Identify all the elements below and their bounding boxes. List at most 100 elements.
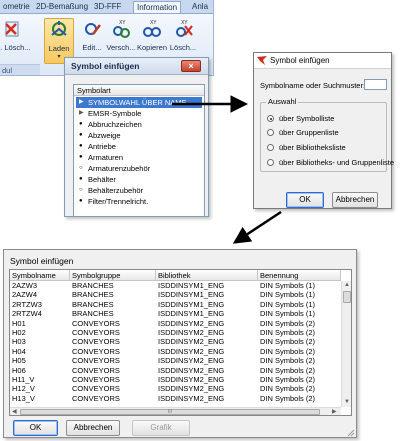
list-item[interactable]: ● Abbruchzeichen — [76, 119, 142, 130]
table-row[interactable]: H02 CONVEYORS ISDDINSYM2_ENG DIN Symbols (2… — [10, 328, 341, 337]
list-item[interactable]: ● Filter/Trennelricht. — [76, 196, 148, 207]
close-icon[interactable]: × — [181, 60, 201, 72]
panel-title: Symbol einfügen — [71, 61, 140, 71]
scroll-up-icon[interactable]: ▲ — [344, 282, 350, 288]
table-row[interactable]: H11_V CONVEYORS ISDDINSYM2_ENG DIN Symbols … — [10, 375, 341, 384]
table-cell: H11_V — [12, 375, 35, 384]
cancel-button[interactable]: Abbrechen — [66, 420, 120, 436]
tab-anlagen[interactable]: Anla — [189, 1, 211, 13]
edit-symbol-button[interactable]: Edit... — [77, 18, 107, 60]
table-row[interactable]: H06 CONVEYORS ISDDINSYM2_ENG DIN Symbols (2… — [10, 365, 341, 375]
radio-library-list[interactable]: über Bibliotheksliste — [267, 143, 387, 153]
table-row[interactable]: 2AZW4 BRANCHES ISDDINSYM1_ENG DIN Symbols (… — [10, 290, 341, 300]
table-cell: DIN Symbols (2) — [260, 356, 316, 366]
table-cell: ISDDINSYM1_ENG — [158, 290, 225, 300]
tab-2d-bemassung[interactable]: 2D-Bemaßung — [33, 1, 91, 13]
table-cell: BRANCHES — [72, 290, 114, 300]
table-cell: ISDDINSYM2_ENG — [158, 375, 225, 384]
scroll-left-icon[interactable]: ◀ — [12, 408, 17, 415]
table-cell: ISDDINSYM2_ENG — [158, 365, 225, 375]
scroll-thumb[interactable]: III — [20, 409, 320, 415]
copy-symbol-icon: XY — [143, 20, 161, 37]
selection-group: Auswahl über Symbolliste über Gruppenlis… — [260, 97, 394, 172]
scroll-thumb[interactable] — [343, 291, 351, 303]
table-cell: H04 — [12, 346, 26, 356]
radio-dot — [267, 159, 274, 166]
table-cell: ISDDINSYM1_ENG — [158, 309, 225, 319]
table-cell: ISDDINSYM2_ENG — [158, 356, 225, 366]
delete-symbol-icon: XY — [176, 20, 193, 37]
table-cell: BRANCHES — [72, 309, 114, 319]
delete-symbol-button[interactable]: XY Lösch... — [168, 18, 198, 60]
horizontal-scrollbar[interactable]: ◀ III ▶ — [10, 407, 341, 415]
symbol-type-list[interactable]: Symbolart ▶ SYMBOLWAHL ÜBER NAME ▶ EMSR-Sy… — [73, 84, 205, 217]
cancel-button[interactable]: Abbrechen — [332, 192, 378, 208]
list-item[interactable]: ○ Behälterzubehör — [76, 185, 143, 196]
table-cell: CONVEYORS — [72, 365, 120, 375]
vertical-scrollbar[interactable]: ▲ ▼ — [341, 281, 351, 407]
ribbon-tab-bar: ometrie 2D-Bemaßung 3D-FFF Information A… — [0, 0, 213, 14]
ok-button[interactable]: OK — [286, 192, 324, 208]
symbol-table[interactable]: Symbolname Symbolgruppe Bibliothek Benen… — [9, 269, 352, 416]
resize-grip-icon[interactable] — [346, 428, 355, 437]
table-cell: CONVEYORS — [72, 393, 120, 403]
list-item[interactable]: ▶ SYMBOLWAHL ÜBER NAME — [76, 97, 202, 108]
table-cell: 2RTZW3 — [12, 299, 42, 309]
table-cell: CONVEYORS — [72, 318, 120, 328]
table-cell: DIN Symbols (1) — [260, 290, 316, 300]
table-cell: 2AZW3 — [12, 281, 38, 290]
table-row[interactable]: H04 CONVEYORS ISDDINSYM2_ENG DIN Symbols (2… — [10, 346, 341, 356]
ok-button[interactable]: OK — [13, 420, 58, 436]
radio-dot — [267, 115, 274, 122]
list-item[interactable]: ○ Armaturenzubehör — [76, 163, 150, 174]
radio-symbol-list[interactable]: über Symbolliste — [267, 114, 387, 124]
column-header-library[interactable]: Bibliothek — [156, 270, 258, 281]
symbol-list-dialog: Symbol einfügen Symbolname Symbolgruppe … — [3, 249, 357, 438]
table-cell: 2AZW4 — [12, 290, 38, 300]
radio-group-list[interactable]: über Gruppenliste — [267, 128, 387, 138]
table-row[interactable]: 2RTZW4 BRANCHES ISDDINSYM1_ENG DIN Symbols … — [10, 309, 341, 319]
search-label: Symbolname oder Suchmuster: — [260, 81, 366, 90]
ribbon-group-label: dul — [0, 64, 40, 75]
table-cell: ISDDINSYM2_ENG — [158, 384, 225, 394]
delete-button[interactable]: g. Lösch... — [0, 18, 31, 60]
table-row[interactable]: H05 CONVEYORS ISDDINSYM2_ENG DIN Symbols (2… — [10, 356, 341, 366]
column-header-description[interactable]: Benennung — [258, 270, 341, 281]
table-row[interactable]: 2RTZW3 BRANCHES ISDDINSYM1_ENG DIN Symbols … — [10, 299, 341, 309]
dialog-title: Symbol einfügen — [10, 256, 74, 266]
scroll-down-icon[interactable]: ▼ — [344, 399, 350, 405]
radio-dot — [267, 129, 274, 136]
column-header-symbolgroup[interactable]: Symbolgruppe — [70, 270, 156, 281]
tab-3d-fff[interactable]: 3D-FFF — [91, 1, 125, 13]
table-cell: ISDDINSYM1_ENG — [158, 299, 225, 309]
list-item[interactable]: ▶ EMSR-Symbole — [76, 108, 141, 119]
scroll-right-icon[interactable]: ▶ — [332, 408, 337, 415]
list-item[interactable]: ● Behälter — [76, 174, 116, 185]
list-item[interactable]: ● Antriebe — [76, 141, 116, 152]
list-item[interactable]: ● Armaturen — [76, 152, 123, 163]
table-row[interactable]: H03 CONVEYORS ISDDINSYM2_ENG DIN Symbols (2… — [10, 337, 341, 347]
table-cell: DIN Symbols (1) — [260, 309, 316, 319]
table-row[interactable]: H12_V CONVEYORS ISDDINSYM2_ENG DIN Symbols … — [10, 384, 341, 394]
move-symbol-icon: XY — [113, 20, 130, 38]
tab-information[interactable]: Information — [133, 1, 182, 13]
table-cell: H06 — [12, 365, 26, 375]
table-cell: DIN Symbols (2) — [260, 328, 316, 337]
table-row[interactable]: H01 CONVEYORS ISDDINSYM2_ENG DIN Symbols (2… — [10, 318, 341, 328]
search-input[interactable] — [364, 79, 387, 90]
table-cell: CONVEYORS — [72, 384, 120, 394]
table-cell: H02 — [12, 328, 26, 337]
list-header: Symbolart — [74, 85, 204, 96]
table-cell: DIN Symbols (2) — [260, 384, 316, 394]
list-item[interactable]: ● Abzweige — [76, 130, 121, 141]
copy-symbol-button[interactable]: XY Kopieren — [137, 18, 167, 60]
radio-library-group-list[interactable]: über Bibliotheks- und Gruppenliste — [267, 158, 394, 168]
table-cell: CONVEYORS — [72, 337, 120, 347]
table-row[interactable]: H13_V CONVEYORS ISDDINSYM2_ENG DIN Symbols … — [10, 393, 341, 403]
table-row[interactable]: 2AZW3 BRANCHES ISDDINSYM1_ENG DIN Symbols (… — [10, 281, 341, 290]
dialog-titlebar: Symbol einfügen — [254, 53, 391, 69]
table-cell: ISDDINSYM2_ENG — [158, 346, 225, 356]
column-header-symbolname[interactable]: Symbolname — [10, 270, 70, 281]
move-symbol-button[interactable]: XY Versch... — [106, 18, 136, 60]
tab-geometrie[interactable]: ometrie — [0, 1, 33, 13]
